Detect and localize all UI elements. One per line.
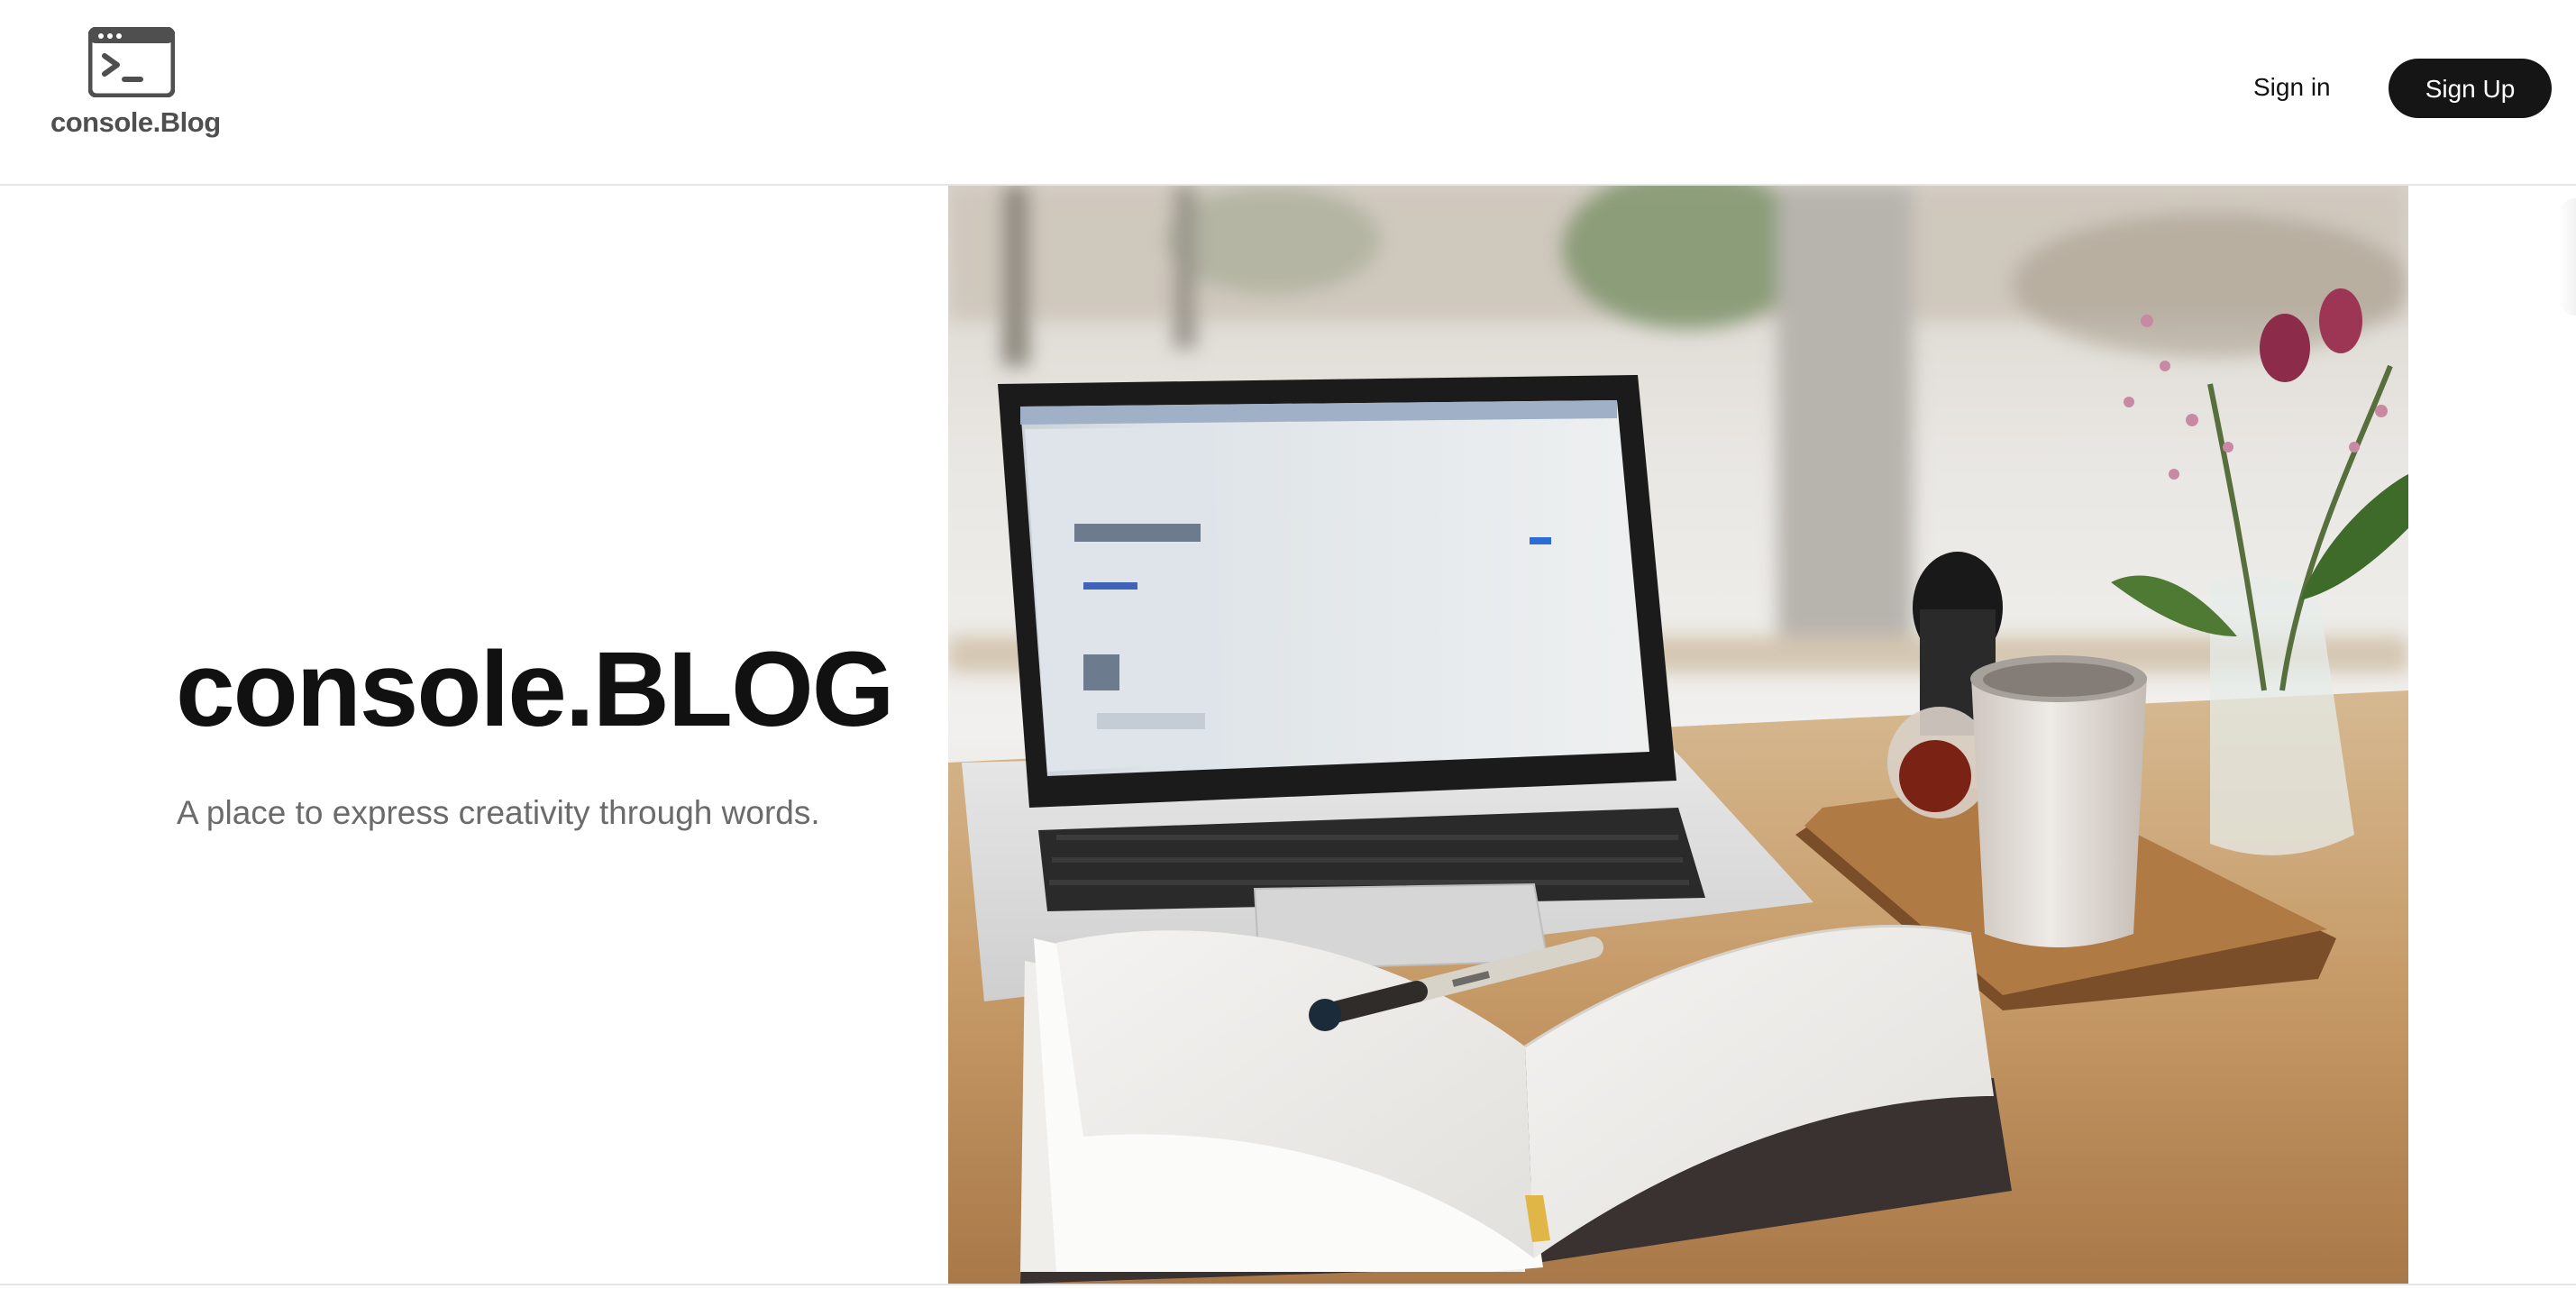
sign-up-button[interactable]: Sign Up xyxy=(2389,59,2552,118)
hero-bottom-divider xyxy=(0,1284,2576,1285)
hero-subtitle: A place to express creativity through wo… xyxy=(177,794,820,831)
top-navigation-bar: console.Blog Sign in Sign Up xyxy=(0,0,2576,186)
sign-in-link[interactable]: Sign in xyxy=(2253,67,2331,108)
terminal-window-icon xyxy=(88,27,175,97)
edge-shadow xyxy=(2558,198,2576,315)
hero-image xyxy=(948,186,2408,1284)
brand-logo-link[interactable]: console.Blog xyxy=(50,27,221,144)
hero-title: console.BLOG xyxy=(176,630,895,749)
brand-name: console.Blog xyxy=(50,106,221,138)
